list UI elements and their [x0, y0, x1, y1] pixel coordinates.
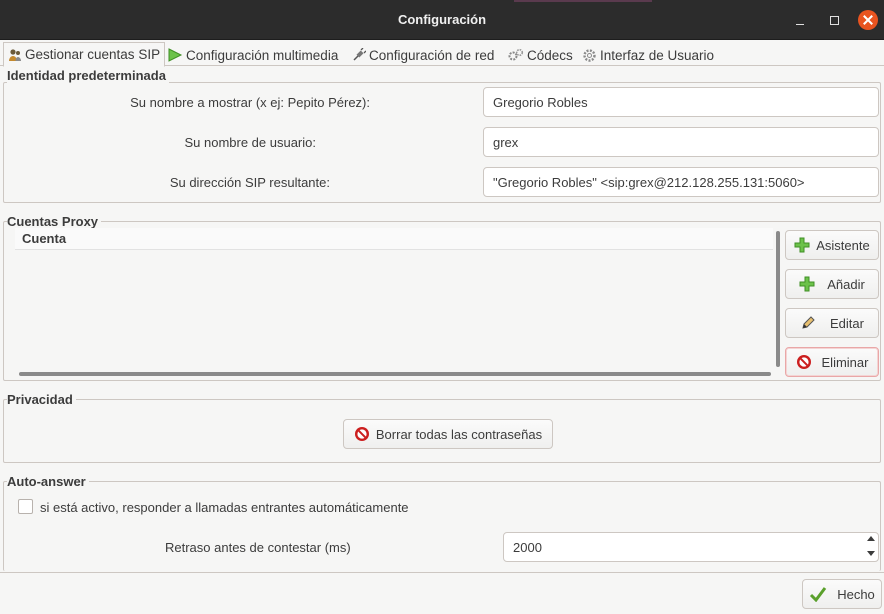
proxy-group-title: Cuentas Proxy — [7, 214, 102, 229]
play-icon — [168, 48, 183, 62]
delete-button[interactable]: Eliminar — [785, 347, 879, 377]
tab-sip-accounts[interactable]: Gestionar cuentas SIP — [3, 42, 166, 67]
maximize-button[interactable] — [824, 10, 844, 30]
people-icon — [9, 48, 21, 61]
autoanswer-group-title: Auto-answer — [7, 474, 89, 489]
sip-address-field[interactable]: "Gregorio Robles" <sip:grex@212.128.255.… — [483, 167, 879, 197]
wizard-button[interactable]: Asistente — [785, 230, 879, 260]
clear-passwords-label: Borrar todas las contraseñas — [375, 426, 543, 442]
edit-button[interactable]: Editar — [785, 308, 879, 338]
display-name-label: Su nombre a mostrar (x ej: Pepito Pérez)… — [130, 95, 370, 110]
tab-multimedia[interactable]: Configuración multimedia — [163, 43, 342, 67]
tab-codecs[interactable]: Códecs — [504, 43, 577, 67]
spin-down-arrow-icon[interactable] — [866, 549, 876, 557]
pencil-icon — [802, 316, 815, 329]
tab-network[interactable]: Configuración de red — [348, 43, 498, 67]
no-entry-icon — [354, 427, 369, 441]
sip-address-label: Su dirección SIP resultante: — [169, 175, 330, 190]
clear-passwords-button[interactable]: Borrar todas las contraseñas — [343, 419, 553, 449]
autoanswer-checkbox-label[interactable]: si está activo, responder a llamadas ent… — [40, 500, 409, 515]
wizard-label: Asistente — [816, 237, 870, 253]
window-title: Configuración — [397, 12, 487, 27]
tab-label: Interfaz de Usuario — [600, 47, 715, 63]
add-icon — [799, 276, 815, 292]
username-label: Su nombre de usuario: — [184, 135, 316, 150]
tab-label: Gestionar cuentas SIP — [25, 47, 161, 62]
answer-delay-label: Retraso antes de contestar (ms) — [165, 540, 351, 555]
delete-label: Eliminar — [821, 354, 869, 370]
minimize-button[interactable] — [790, 10, 810, 30]
done-button[interactable]: Hecho — [802, 579, 882, 609]
add-button[interactable]: Añadir — [785, 269, 879, 299]
autoanswer-checkbox[interactable] — [18, 499, 33, 514]
spin-up-arrow-icon[interactable] — [866, 535, 876, 543]
privacy-group-title: Privacidad — [7, 392, 76, 407]
column-header-account[interactable]: Cuenta — [15, 228, 773, 250]
plug-icon — [353, 48, 366, 61]
gear-icon — [583, 48, 596, 62]
add-icon — [794, 237, 810, 253]
tab-label: Configuración de red — [369, 47, 495, 63]
footer-separator — [0, 572, 884, 573]
no-entry-icon — [796, 355, 811, 369]
checkmark-icon — [810, 587, 827, 602]
tab-bar: Gestionar cuentas SIP Configuración mult… — [0, 40, 884, 67]
list-horizontal-scrollbar[interactable] — [19, 372, 771, 376]
proxy-accounts-list[interactable]: Cuenta — [15, 228, 775, 376]
list-vertical-scrollbar[interactable] — [776, 231, 780, 367]
gears-icon — [508, 48, 524, 61]
tab-label: Códecs — [527, 47, 573, 63]
title-bar: Configuración — [0, 0, 884, 40]
edit-label: Editar — [830, 315, 864, 331]
username-field[interactable]: grex — [483, 127, 879, 157]
identity-group-title: Identidad predeterminada — [7, 68, 169, 83]
titlebar-accent — [514, 0, 652, 2]
add-label: Añadir — [827, 276, 865, 292]
display-name-field[interactable]: Gregorio Robles — [483, 87, 879, 117]
tab-user-interface[interactable]: Interfaz de Usuario — [578, 43, 718, 67]
answer-delay-spinbox[interactable]: 2000 — [503, 532, 879, 562]
close-button[interactable] — [858, 10, 878, 30]
done-label: Hecho — [837, 586, 875, 602]
tab-label: Configuración multimedia — [186, 47, 339, 63]
